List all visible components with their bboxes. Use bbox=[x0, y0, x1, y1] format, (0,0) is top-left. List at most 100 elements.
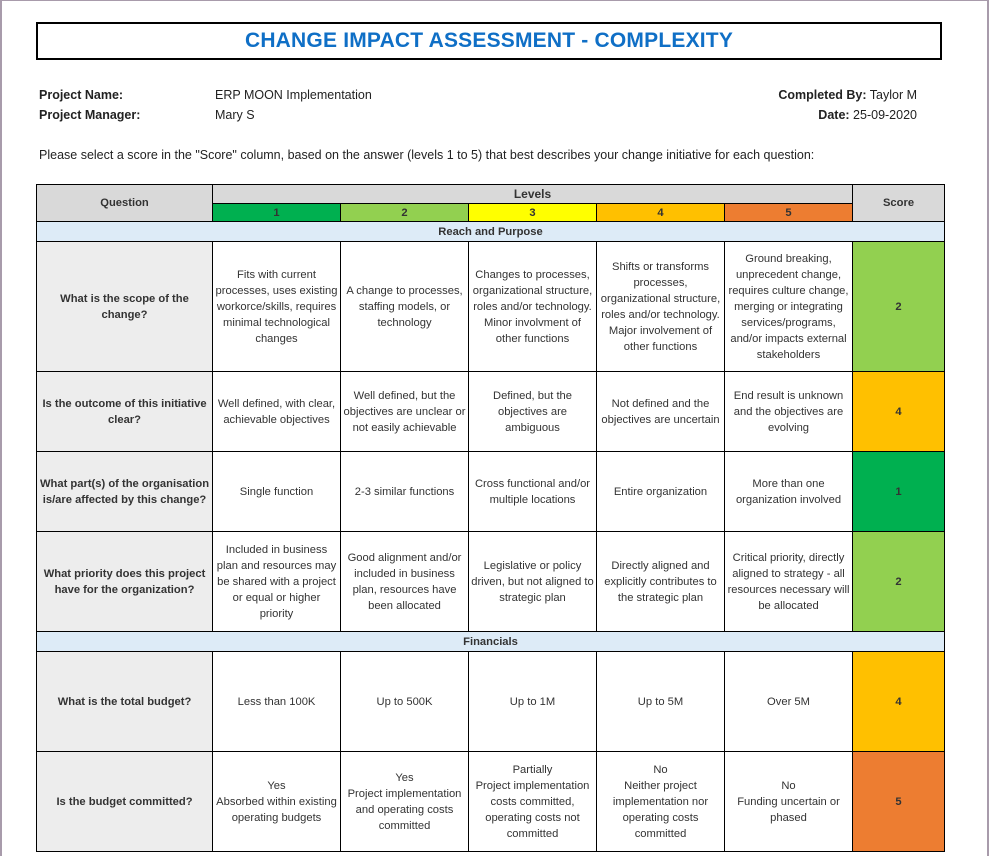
answer-level-1: Well defined, with clear, achievable obj… bbox=[212, 371, 341, 452]
completed-by-label: Completed By: bbox=[778, 88, 867, 102]
score-cell[interactable]: 1 bbox=[852, 451, 945, 532]
answer-level-2: 2-3 similar functions bbox=[340, 451, 469, 532]
project-manager-value[interactable]: Mary S bbox=[215, 108, 255, 122]
answer-text: Cross functional and/or multiple locatio… bbox=[474, 477, 591, 506]
answer-text: More than one organization involved bbox=[735, 477, 842, 506]
instructions: Please select a score in the "Score" col… bbox=[39, 148, 815, 162]
answer-text: Less than 100K bbox=[237, 695, 316, 708]
answer-level-4: Entire organization bbox=[596, 451, 725, 532]
answer-text: Changes to processes, organizational str… bbox=[472, 268, 593, 345]
date-value[interactable]: 25-09-2020 bbox=[853, 108, 917, 122]
question-text: What part(s) of the organisation is/are … bbox=[36, 451, 213, 532]
answer-level-1: Fits with current processes, uses existi… bbox=[212, 241, 341, 372]
answer-text: Up to 500K bbox=[376, 695, 433, 708]
answer-text: Good alignment and/or included in busine… bbox=[347, 551, 462, 612]
answer-level-5: More than one organization involved bbox=[724, 451, 853, 532]
answer-level-3: Partially Project implementation costs c… bbox=[468, 751, 597, 852]
answer-text: Well defined, with clear, achievable obj… bbox=[217, 397, 336, 426]
answer-level-5: End result is unknown and the objectives… bbox=[724, 371, 853, 452]
answer-text: No Funding uncertain or phased bbox=[737, 779, 840, 824]
answer-level-3: Cross functional and/or multiple locatio… bbox=[468, 451, 597, 532]
answer-level-3: Legislative or policy driven, but not al… bbox=[468, 531, 597, 632]
answer-text: 2-3 similar functions bbox=[354, 485, 455, 498]
project-name-label: Project Name: bbox=[39, 88, 124, 102]
date-label: Date: bbox=[818, 108, 850, 122]
answer-text: Included in business plan and resources … bbox=[216, 543, 337, 620]
question-text: What is the scope of the change? bbox=[36, 241, 213, 372]
answer-level-5: Over 5M bbox=[724, 651, 853, 752]
answer-text: Up to 5M bbox=[637, 695, 684, 708]
answer-level-1: Less than 100K bbox=[212, 651, 341, 752]
answer-text: Ground breaking, unprecedent change, req… bbox=[728, 252, 849, 361]
answer-level-5: Critical priority, directly aligned to s… bbox=[724, 531, 853, 632]
answer-text: End result is unknown and the objectives… bbox=[733, 389, 844, 434]
answer-text: Entire organization bbox=[613, 485, 708, 498]
question-text: Is the budget committed? bbox=[36, 751, 213, 852]
level-header-5: 5 bbox=[724, 203, 853, 222]
completed-by: Completed By: Taylor M bbox=[778, 88, 917, 102]
answer-text: Yes Absorbed within existing operating b… bbox=[216, 779, 337, 824]
answer-level-4: Directly aligned and explicitly contribu… bbox=[596, 531, 725, 632]
answer-text: Partially Project implementation costs c… bbox=[475, 763, 590, 840]
answer-level-1: Yes Absorbed within existing operating b… bbox=[212, 751, 341, 852]
answer-level-4: Not defined and the objectives are uncer… bbox=[596, 371, 725, 452]
answer-text: Not defined and the objectives are uncer… bbox=[601, 397, 720, 426]
answer-text: Single function bbox=[239, 485, 314, 498]
answer-level-2: Well defined, but the objectives are unc… bbox=[340, 371, 469, 452]
score-cell[interactable]: 5 bbox=[852, 751, 945, 852]
answer-level-2: Up to 500K bbox=[340, 651, 469, 752]
answer-text: Well defined, but the objectives are unc… bbox=[343, 389, 466, 434]
answer-level-3: Defined, but the objectives are ambiguou… bbox=[468, 371, 597, 452]
question-row: Is the outcome of this initiative clear?… bbox=[36, 371, 945, 452]
section-row: Reach and Purpose bbox=[36, 221, 945, 242]
question-row: What is the scope of the change? Fits wit… bbox=[36, 241, 945, 372]
project-manager-label: Project Manager: bbox=[39, 108, 141, 122]
level-header-4: 4 bbox=[596, 203, 725, 222]
level-header-1: 1 bbox=[212, 203, 341, 222]
answer-text: No Neither project implementation nor op… bbox=[612, 763, 709, 840]
score-cell[interactable]: 4 bbox=[852, 651, 945, 752]
title-box: CHANGE IMPACT ASSESSMENT - COMPLEXITY bbox=[36, 22, 942, 60]
assessment-table: Question Levels Score 12345 Reach and Pu… bbox=[36, 184, 945, 852]
answer-text: Up to 1M bbox=[509, 695, 556, 708]
answer-level-4: No Neither project implementation nor op… bbox=[596, 751, 725, 852]
answer-text: Yes Project implementation and operating… bbox=[347, 771, 462, 832]
answer-level-4: Shifts or transforms processes, organiza… bbox=[596, 241, 725, 372]
answer-level-3: Up to 1M bbox=[468, 651, 597, 752]
project-name-value[interactable]: ERP MOON Implementation bbox=[215, 88, 372, 102]
completed-by-value[interactable]: Taylor M bbox=[870, 88, 917, 102]
section-title: Financials bbox=[36, 631, 945, 652]
section-title: Reach and Purpose bbox=[36, 221, 945, 242]
answer-level-1: Included in business plan and resources … bbox=[212, 531, 341, 632]
answer-level-5: No Funding uncertain or phased bbox=[724, 751, 853, 852]
answer-text: Over 5M bbox=[767, 695, 810, 708]
section-row: Financials bbox=[36, 631, 945, 652]
question-text: Is the outcome of this initiative clear? bbox=[36, 371, 213, 452]
question-text: What priority does this project have for… bbox=[36, 531, 213, 632]
score-cell[interactable]: 2 bbox=[852, 241, 945, 372]
answer-text: Fits with current processes, uses existi… bbox=[215, 268, 338, 345]
score-cell[interactable]: 2 bbox=[852, 531, 945, 632]
answer-level-2: Yes Project implementation and operating… bbox=[340, 751, 469, 852]
question-text: What is the total budget? bbox=[36, 651, 213, 752]
score-cell[interactable]: 4 bbox=[852, 371, 945, 452]
levels-header: Levels bbox=[212, 184, 853, 204]
page-title: CHANGE IMPACT ASSESSMENT - COMPLEXITY bbox=[244, 29, 734, 52]
date: Date: 25-09-2020 bbox=[818, 108, 917, 122]
answer-text: Critical priority, directly aligned to s… bbox=[727, 551, 850, 612]
answer-text: Legislative or policy driven, but not al… bbox=[471, 559, 594, 604]
answer-text: Directly aligned and explicitly contribu… bbox=[604, 559, 717, 604]
question-row: What priority does this project have for… bbox=[36, 531, 945, 632]
answer-level-5: Ground breaking, unprecedent change, req… bbox=[724, 241, 853, 372]
answer-level-1: Single function bbox=[212, 451, 341, 532]
answer-text: Defined, but the objectives are ambiguou… bbox=[493, 389, 572, 434]
question-row: What part(s) of the organisation is/are … bbox=[36, 451, 945, 532]
score-header: Score bbox=[852, 184, 945, 222]
answer-level-2: Good alignment and/or included in busine… bbox=[340, 531, 469, 632]
answer-level-3: Changes to processes, organizational str… bbox=[468, 241, 597, 372]
question-row: What is the total budget? Less than 100K U… bbox=[36, 651, 945, 752]
answer-text: Shifts or transforms processes, organiza… bbox=[600, 260, 721, 353]
question-header: Question bbox=[36, 184, 213, 222]
level-header-3: 3 bbox=[468, 203, 597, 222]
answer-level-2: A change to processes, staffing models, … bbox=[340, 241, 469, 372]
